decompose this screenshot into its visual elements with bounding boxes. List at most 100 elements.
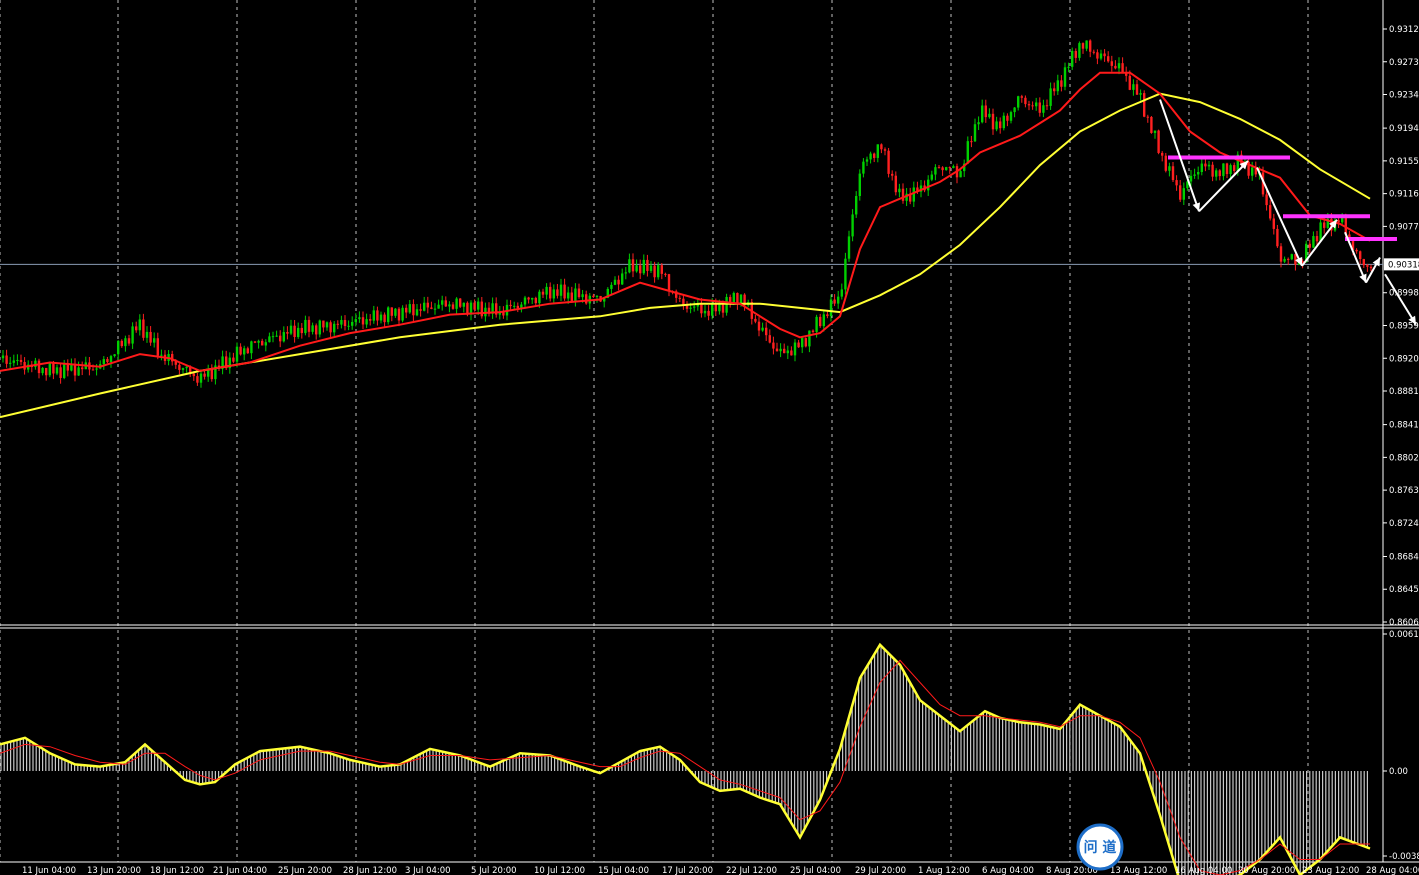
candle-body <box>405 307 408 313</box>
time-label: 25 Jul 04:00 <box>790 866 841 875</box>
oscillator-histogram <box>0 642 1371 875</box>
candle-body <box>628 259 631 273</box>
candle-body <box>1283 258 1286 262</box>
candle-body <box>1157 130 1160 153</box>
candle-body <box>387 307 390 323</box>
candle-body <box>127 338 131 344</box>
candle-body <box>779 348 782 352</box>
candle-body <box>419 309 422 311</box>
candle-body <box>1182 188 1185 200</box>
candle-body <box>379 314 383 321</box>
candle-body <box>336 323 339 325</box>
candle-body <box>1197 171 1200 175</box>
candle-body <box>1193 174 1196 176</box>
candle-body <box>124 338 127 347</box>
price-tick-label: 0.91550 <box>1389 157 1419 167</box>
candle-body <box>1002 115 1005 129</box>
candle-body <box>304 319 307 334</box>
candle-body <box>1279 246 1283 262</box>
candle-body <box>235 346 239 362</box>
candle-body <box>732 292 735 303</box>
candle-body <box>988 113 991 118</box>
candle-body <box>1272 218 1275 229</box>
candle-body <box>149 331 152 343</box>
candle-body <box>1074 50 1077 58</box>
candle-body <box>199 373 203 383</box>
candle-body <box>232 357 235 362</box>
time-label: 28 Aug 04:00 <box>1366 866 1419 875</box>
candle-body <box>570 292 573 301</box>
candle-body <box>1045 105 1049 107</box>
chart-canvas: 0.93120 0.92730 0.92340 0.91940 0.91550 0.911… <box>0 0 1419 875</box>
candle-body <box>1110 61 1113 66</box>
candle-body <box>667 274 671 292</box>
candle-body <box>1229 165 1232 175</box>
candle-body <box>408 304 411 313</box>
candle-body <box>1175 180 1178 186</box>
candle-body <box>1211 164 1214 177</box>
candle-body <box>1218 170 1221 177</box>
candle-body <box>725 296 728 313</box>
candle-body <box>5 355 8 364</box>
osc-tick-label: 0.00619 <box>1389 630 1419 640</box>
time-label: 22 Jul 12:00 <box>726 866 777 875</box>
arrow-shaft <box>1384 273 1417 326</box>
candle-body <box>714 303 717 312</box>
candle-body <box>477 301 480 310</box>
candle-body <box>513 305 516 307</box>
candle-body <box>649 265 653 271</box>
price-tick-label: 0.92340 <box>1389 91 1419 101</box>
candle-body <box>45 367 48 376</box>
candle-body <box>577 288 581 298</box>
candle-body <box>250 341 253 354</box>
candle-body <box>448 304 451 307</box>
candle-body <box>1031 105 1034 107</box>
candle-body <box>325 322 329 328</box>
price-tick-label: 0.86840 <box>1389 552 1419 562</box>
candle-body <box>613 279 617 285</box>
candle-body <box>833 299 836 304</box>
candle-body <box>135 326 138 331</box>
candle-body <box>934 167 937 175</box>
candle-body <box>12 360 15 363</box>
osc-tick-label: 0.00 <box>1389 767 1408 777</box>
candle-body <box>372 310 375 321</box>
candle-body <box>858 173 861 197</box>
candle-body <box>1056 80 1059 92</box>
candle-body <box>322 320 325 328</box>
time-label: 25 Jun 20:00 <box>278 866 332 875</box>
candle-body <box>1265 194 1268 206</box>
time-label: 28 Jun 12:00 <box>343 866 397 875</box>
price-tick-label: 0.89200 <box>1389 354 1419 364</box>
candle-body <box>1362 259 1365 266</box>
time-label: 15 Jul 04:00 <box>598 866 649 875</box>
price-tick-label: 0.91940 <box>1389 124 1419 134</box>
candle-body <box>891 173 894 176</box>
candle-body <box>894 175 897 193</box>
candle-body <box>873 153 876 158</box>
candle-body <box>829 299 833 317</box>
price-panel <box>0 0 1383 626</box>
candle-body <box>1063 67 1067 87</box>
candle-body <box>639 265 642 274</box>
price-tick-label: 0.87630 <box>1389 486 1419 496</box>
candle-body <box>811 330 815 332</box>
candle-body <box>1276 228 1279 247</box>
price-tick-label: 0.89980 <box>1389 289 1419 299</box>
price-axis-labels: 0.93120 0.92730 0.92340 0.91940 0.91550 0.911… <box>1383 25 1419 628</box>
candle-body <box>880 144 883 150</box>
candle-body <box>1035 102 1038 107</box>
candle-body <box>394 308 397 316</box>
candle-body <box>192 373 195 377</box>
candle-body <box>765 327 768 336</box>
candle-body <box>865 159 869 162</box>
candle-body <box>1053 88 1056 92</box>
candle-body <box>973 124 977 142</box>
candle-body <box>840 289 843 297</box>
price-tick-label: 0.89590 <box>1389 322 1419 332</box>
candle-body <box>156 338 159 356</box>
candle-body <box>1294 254 1297 265</box>
candle-body <box>948 167 951 169</box>
time-label: 20 Aug 20:00 <box>1238 866 1295 875</box>
candle-body <box>937 167 941 169</box>
